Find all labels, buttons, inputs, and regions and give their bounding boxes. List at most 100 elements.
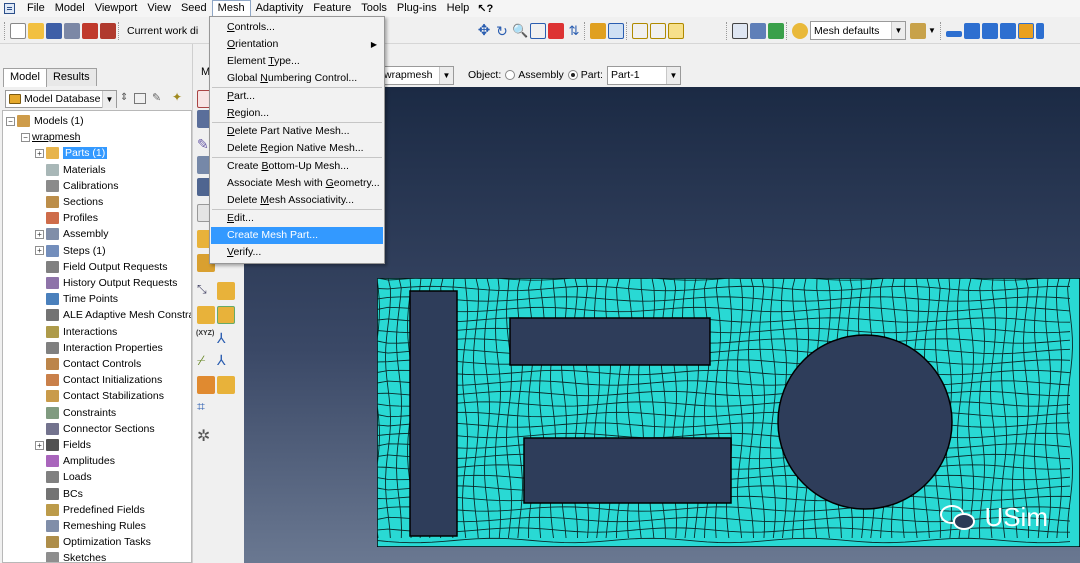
zoom-icon[interactable]: 🔍	[512, 23, 528, 39]
auto-fit-icon[interactable]	[548, 22, 564, 39]
menu-item-element-type[interactable]: Element Type...	[211, 53, 383, 70]
menu-item-global-numbering-control[interactable]: Global Numbering Control...	[211, 70, 383, 87]
menu-item-controls[interactable]: Controls...	[211, 19, 383, 36]
create-virtual-topology-icon[interactable]	[217, 376, 235, 394]
toolbar-grip[interactable]	[626, 21, 629, 40]
pan-icon[interactable]: ✥	[476, 22, 492, 39]
model-database-select[interactable]: Model Database ▼	[5, 90, 117, 108]
menu-item-create-bottom-up-mesh[interactable]: Create Bottom-Up Mesh...	[211, 158, 383, 175]
tree-item[interactable]: + Assembly	[35, 226, 109, 242]
partition-edge-icon[interactable]	[217, 306, 235, 324]
expand-icon[interactable]: +	[35, 440, 44, 450]
tab-results[interactable]: Results	[45, 68, 97, 86]
expand-icon[interactable]: +	[35, 148, 44, 158]
menu-plug-ins[interactable]: Plug-ins	[392, 0, 442, 17]
cycle-views-icon[interactable]: ⇅	[566, 23, 582, 39]
collapse-icon[interactable]: −	[6, 116, 15, 126]
left-view-icon[interactable]	[650, 22, 666, 39]
tree-item[interactable]: Contact Initializations	[35, 372, 162, 388]
view-front-icon[interactable]	[608, 22, 624, 39]
model-select[interactable]: wrapmesh ▼	[380, 65, 454, 85]
part-select[interactable]: Part-1 ▼	[606, 65, 681, 85]
chevron-down-icon[interactable]: ▼	[891, 22, 905, 39]
chevron-down-icon[interactable]: ▼	[102, 91, 116, 108]
tree-item[interactable]: Calibrations	[35, 178, 118, 194]
create-datum-point-icon[interactable]: (XYZ)	[196, 330, 214, 348]
create-datum-axis-icon[interactable]: ⅄	[217, 330, 235, 348]
assembly-radio[interactable]	[505, 70, 516, 80]
menu-item-delete-region-native-mesh[interactable]: Delete Region Native Mesh...	[211, 140, 383, 157]
tree-item[interactable]: − wrapmesh	[21, 129, 80, 145]
app-menu-icon[interactable]	[4, 3, 15, 14]
menu-item-create-mesh-part[interactable]: Create Mesh Part...	[211, 227, 383, 244]
menu-viewport[interactable]: Viewport	[90, 0, 143, 17]
menu-mesh[interactable]: Mesh	[211, 0, 251, 17]
tree-item[interactable]: BCs	[35, 486, 83, 502]
wireframe-icon[interactable]	[732, 22, 748, 39]
toolbar-grip[interactable]	[939, 21, 943, 40]
virtual-topology-icon[interactable]	[197, 376, 215, 394]
tree-item[interactable]: Profiles	[35, 210, 98, 226]
view-layout-2-icon[interactable]	[963, 22, 980, 39]
tree-item[interactable]: Materials	[35, 162, 106, 178]
menu-item-part[interactable]: Part...	[211, 88, 383, 105]
view-layout-6-icon[interactable]	[1035, 22, 1044, 39]
toolbar-grip[interactable]	[786, 21, 789, 40]
rotate-icon[interactable]: ↻	[494, 23, 510, 39]
partition-face-icon[interactable]	[197, 306, 215, 324]
tree-item[interactable]: Contact Stabilizations	[35, 388, 164, 404]
import-icon[interactable]	[82, 22, 98, 39]
view-layout-3-icon[interactable]	[981, 22, 998, 39]
collapse-icon[interactable]: −	[21, 132, 30, 142]
create-datum-plane-icon[interactable]: ⌿	[197, 352, 215, 370]
tree-item[interactable]: Sections	[35, 194, 103, 210]
query-icon[interactable]	[590, 22, 606, 39]
export-icon[interactable]	[100, 22, 116, 39]
tree-item[interactable]: Constraints	[35, 405, 116, 421]
view-layout-4-icon[interactable]	[999, 22, 1016, 39]
toolbar-grip[interactable]	[584, 21, 587, 40]
menu-item-verify[interactable]: Verify...	[211, 244, 383, 261]
toolbar-grip[interactable]	[726, 21, 729, 40]
menu-model[interactable]: Model	[50, 0, 90, 17]
chevron-down-icon[interactable]: ▼	[928, 26, 936, 35]
menu-item-orientation[interactable]: Orientation ▶	[211, 36, 383, 53]
menu-tools[interactable]: Tools	[356, 0, 392, 17]
new-file-icon[interactable]	[10, 22, 26, 39]
tab-model[interactable]: Model	[3, 68, 47, 87]
save-icon[interactable]	[46, 22, 62, 39]
top-view-icon[interactable]	[668, 22, 684, 39]
color-code-icon[interactable]	[792, 22, 808, 39]
menu-item-associate-mesh-with-geometry[interactable]: Associate Mesh with Geometry...	[211, 175, 383, 192]
toolbar-grip[interactable]	[118, 21, 121, 40]
view-layout-5-icon[interactable]	[1017, 22, 1034, 39]
menu-item-delete-mesh-associativity[interactable]: Delete Mesh Associativity...	[211, 192, 383, 209]
tree-item[interactable]: Time Points	[35, 291, 118, 307]
tree-item[interactable]: History Output Requests	[35, 275, 177, 291]
menu-seed[interactable]: Seed	[176, 0, 212, 17]
box-zoom-icon[interactable]	[530, 22, 546, 39]
tree-item[interactable]: Interaction Properties	[35, 340, 163, 356]
current-work-dir-button[interactable]: Current work di	[124, 21, 204, 40]
sort-icon[interactable]: ⇕	[120, 92, 128, 103]
iso-view-icon[interactable]	[632, 22, 648, 39]
menu-item-region[interactable]: Region...	[211, 105, 383, 122]
menu-item-edit[interactable]: Edit...	[211, 210, 383, 227]
expand-all-icon[interactable]	[134, 93, 146, 104]
tree-item[interactable]: + Parts (1)	[35, 145, 108, 161]
shaded-icon[interactable]	[768, 22, 784, 39]
tree-item[interactable]: Optimization Tasks	[35, 534, 151, 550]
tree-item[interactable]: − Models (1)	[6, 113, 84, 129]
chevron-down-icon[interactable]: ▼	[665, 66, 680, 84]
part-radio[interactable]	[567, 70, 578, 80]
open-folder-icon[interactable]	[28, 22, 44, 39]
tree-item[interactable]: + Fields	[35, 437, 91, 453]
edit-mesh-icon[interactable]: ⤡	[197, 282, 215, 300]
tree-item[interactable]: Remeshing Rules	[35, 518, 146, 534]
tree-item[interactable]: Field Output Requests	[35, 259, 167, 275]
tree-item[interactable]: + Steps (1)	[35, 243, 106, 259]
tree-item[interactable]: Sketches	[35, 550, 106, 562]
hidden-line-icon[interactable]	[750, 22, 766, 39]
menu-view[interactable]: View	[142, 0, 176, 17]
view-layout-1-icon[interactable]	[945, 30, 962, 37]
